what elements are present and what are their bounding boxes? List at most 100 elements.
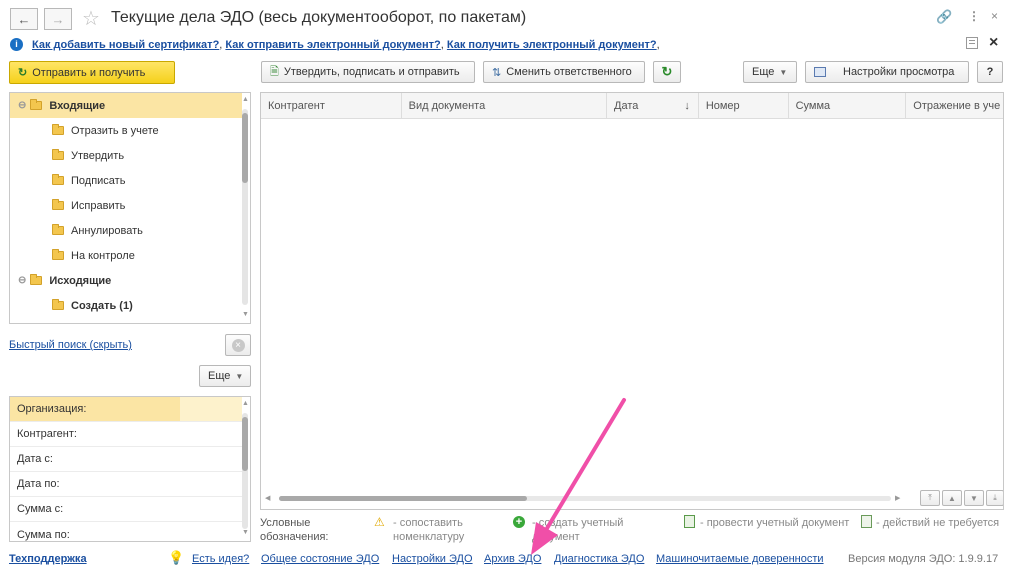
tree-scrollbar[interactable] — [242, 109, 248, 305]
filter-sum-to[interactable]: Сумма по: — [10, 522, 242, 541]
caret-down-icon: ▼ — [970, 493, 978, 503]
post-document-icon — [684, 515, 695, 528]
filter-counterparty[interactable]: Контрагент: — [10, 422, 242, 447]
grid-hscrollbar[interactable] — [279, 496, 891, 501]
grid-hscrollbar-thumb[interactable] — [279, 496, 527, 501]
quick-search-toggle[interactable]: Быстрый поиск (скрыть) — [9, 339, 132, 351]
column-counterparty[interactable]: Контрагент — [261, 93, 402, 119]
support-link[interactable]: Техподдержка — [9, 553, 87, 565]
scroll-up-icon[interactable]: ▲ — [242, 400, 249, 407]
window-title: Текущие дела ЭДО (весь документооборот, … — [111, 9, 527, 26]
change-responsible-button[interactable]: ⇅ Сменить ответственного — [483, 61, 645, 83]
lightbulb-icon: 💡 — [168, 550, 185, 565]
filter-date-to[interactable]: Дата по: — [10, 472, 242, 497]
scroll-down-icon[interactable]: ▼ — [242, 529, 249, 536]
arrow-left-icon: ← — [17, 11, 31, 27]
legend-map-nomenclature: - сопоставить номенклатуру — [393, 517, 465, 543]
column-sum[interactable]: Сумма — [789, 93, 907, 119]
proxies-link[interactable]: Машиночитаемые доверенности — [656, 553, 824, 565]
idea-link[interactable]: Есть идея? — [192, 553, 249, 565]
view-settings-button[interactable]: Настройки просмотра — [805, 61, 969, 83]
folder-tree: ⊖ Входящие Отразить в учете Утвердить По… — [9, 92, 251, 324]
settings-window-icon — [814, 67, 826, 77]
filter-more-button[interactable]: Еще ▼ — [199, 365, 251, 387]
filter-scrollbar-thumb[interactable] — [242, 417, 248, 471]
tree-item-approve[interactable]: Утвердить — [10, 143, 124, 168]
column-date[interactable]: Дата ↓ — [607, 93, 699, 119]
module-version: Версия модуля ЭДО: 1.9.9.17 — [848, 553, 999, 565]
column-accounting[interactable]: Отражение в уче — [906, 93, 1003, 119]
grid-header: Контрагент Вид документа Дата ↓ Номер Су… — [261, 93, 1003, 119]
legend-post-document: - провести учетный документ — [700, 517, 850, 529]
legend-title: Условные обозначения: — [260, 517, 329, 543]
folder-icon — [52, 249, 64, 260]
tree-item-create[interactable]: Создать (1) — [10, 293, 133, 318]
info-icon: i — [10, 38, 23, 51]
refresh-icon: ↻ — [18, 67, 28, 79]
arrow-right-icon: → — [51, 11, 65, 27]
refresh-icon: ↻ — [661, 64, 673, 79]
help-link-receive[interactable]: Как получить электронный документ? — [447, 39, 657, 51]
filter-scrollbar[interactable] — [242, 413, 248, 529]
clear-search-button[interactable]: × — [225, 334, 251, 356]
collapse-icon: ⊖ — [18, 100, 27, 111]
approve-sign-send-button[interactable]: 🗎 Утвердить, подписать и отправить — [261, 61, 475, 83]
last-page-button[interactable]: ⤓ — [986, 490, 1003, 506]
caret-up-icon: ▲ — [948, 493, 956, 503]
warning-icon: ⚠ — [374, 515, 385, 529]
prev-page-button[interactable]: ▲ — [942, 490, 962, 506]
sort-down-icon: ↓ — [684, 100, 690, 112]
tree-node-outgoing[interactable]: ⊖ Исходящие — [10, 268, 111, 293]
close-help-icon[interactable]: × — [989, 34, 998, 52]
plus-circle-icon: + — [513, 516, 525, 528]
chevron-down-icon: ▼ — [779, 67, 788, 77]
document-plus-icon: 🗎 — [270, 65, 279, 78]
tree-item-fix[interactable]: Исправить — [10, 193, 125, 218]
folder-icon — [52, 124, 64, 135]
refresh-button[interactable]: ↻ — [653, 61, 681, 83]
tree-item-sign[interactable]: Подписать — [10, 168, 125, 193]
help-button[interactable]: ? — [977, 61, 1003, 83]
tree-item-reflect[interactable]: Отразить в учете — [10, 118, 159, 143]
close-window-icon[interactable]: × — [991, 9, 998, 23]
tree-item-cancel[interactable]: Аннулировать — [10, 218, 143, 243]
column-number[interactable]: Номер — [699, 93, 789, 119]
first-page-button[interactable]: ⤒ — [920, 490, 940, 506]
archive-link[interactable]: Архив ЭДО — [484, 553, 541, 565]
documents-grid: Контрагент Вид документа Дата ↓ Номер Су… — [260, 92, 1004, 510]
folder-icon — [52, 299, 64, 310]
help-link-send[interactable]: Как отправить электронный документ? — [225, 39, 440, 51]
forward-button[interactable]: → — [44, 8, 72, 30]
filter-organization[interactable]: Организация: — [10, 397, 242, 422]
help-link-certificate[interactable]: Как добавить новый сертификат? — [32, 39, 219, 51]
scroll-left-icon[interactable]: ◀ — [265, 494, 270, 502]
filter-sum-from[interactable]: Сумма с: — [10, 497, 242, 522]
diagnostics-link[interactable]: Диагностика ЭДО — [554, 553, 644, 565]
chevron-down-icon: ▼ — [235, 371, 244, 381]
clear-icon: × — [231, 338, 245, 352]
link-icon[interactable]: 🔗 — [936, 9, 952, 25]
settings-link[interactable]: Настройки ЭДО — [392, 553, 473, 565]
scroll-down-icon[interactable]: ▼ — [242, 311, 249, 318]
folder-icon — [52, 149, 64, 160]
send-receive-button[interactable]: ↻ Отправить и получить — [9, 61, 175, 84]
next-page-button[interactable]: ▼ — [964, 490, 984, 506]
user-switch-icon: ⇅ — [492, 66, 502, 79]
tree-item-control[interactable]: На контроле — [10, 243, 135, 268]
back-button[interactable]: ← — [10, 8, 38, 30]
scroll-up-icon[interactable]: ▲ — [242, 96, 249, 103]
first-page-icon: ⤒ — [928, 493, 932, 502]
collapse-icon: ⊖ — [18, 275, 27, 286]
general-state-link[interactable]: Общее состояние ЭДО — [261, 553, 379, 565]
help-links-row: Как добавить новый сертификат?, Как отпр… — [32, 39, 660, 51]
tree-scrollbar-thumb[interactable] — [242, 113, 248, 183]
filter-date-from[interactable]: Дата с: — [10, 447, 242, 472]
more-button[interactable]: Еще ▼ — [743, 61, 797, 83]
favorite-star-icon[interactable]: ☆ — [82, 6, 100, 31]
tree-node-incoming[interactable]: ⊖ Входящие — [10, 93, 105, 118]
scroll-right-icon[interactable]: ▶ — [895, 494, 900, 502]
document-icon[interactable] — [966, 37, 978, 49]
legend-create-document: - создать учетный документ — [532, 517, 624, 543]
more-vertical-icon[interactable]: ⋮ — [968, 9, 980, 23]
column-doc-type[interactable]: Вид документа — [402, 93, 608, 119]
